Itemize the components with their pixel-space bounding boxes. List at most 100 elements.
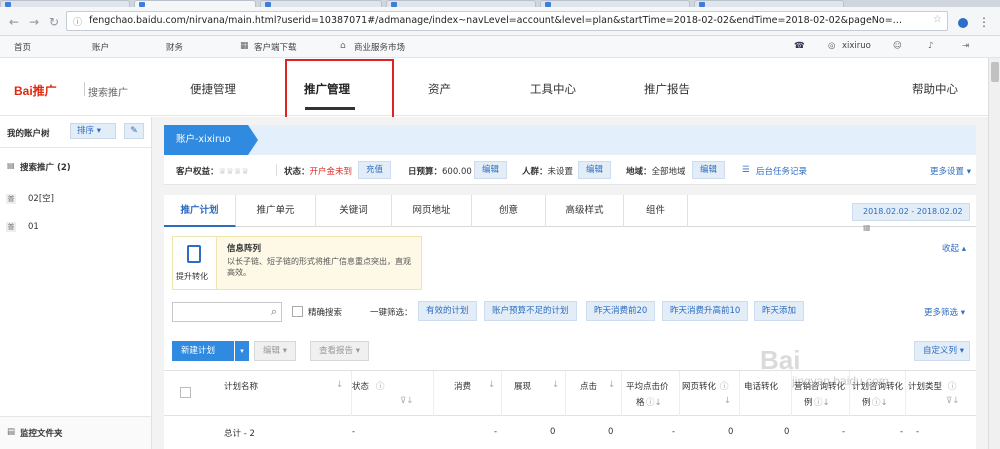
- date-range-picker[interactable]: 2018.02.02 - 2018.02.02 ▦: [852, 203, 970, 232]
- new-plan-button[interactable]: 新建计划: [172, 341, 234, 361]
- edit-budget-button[interactable]: 编辑: [474, 161, 508, 179]
- pin-icon[interactable]: ✎: [124, 123, 144, 139]
- reload-icon[interactable]: ↻: [46, 14, 62, 30]
- conversion-tip-icon[interactable]: 提升转化: [173, 237, 217, 289]
- col-spend[interactable]: 消费 ↓: [434, 371, 502, 417]
- cell-plan-type: -: [916, 427, 920, 437]
- tab-unit[interactable]: 推广单元: [236, 195, 316, 227]
- sidebar-item-plan[interactable]: 普 01: [6, 222, 39, 232]
- top-link-home[interactable]: 首页: [14, 41, 31, 53]
- logo-divider: [84, 82, 85, 96]
- nav-convenient-manage[interactable]: 便捷管理: [190, 81, 236, 97]
- nav-assets[interactable]: 资产: [428, 81, 451, 97]
- exact-search-checkbox[interactable]: [292, 306, 303, 317]
- col-clicks[interactable]: 点击 ↓: [566, 371, 622, 417]
- crowd-text: 人群：未设置: [522, 167, 574, 177]
- caret-down-icon: ▾: [355, 346, 360, 356]
- top-link-service-market[interactable]: 商业服务市场: [354, 41, 405, 53]
- new-plan-dropdown-icon[interactable]: ▾: [235, 341, 249, 361]
- nav-promotion-report[interactable]: 推广报告: [644, 81, 690, 97]
- baidu-logo[interactable]: Bai推广: [14, 82, 57, 99]
- nav-tool-center[interactable]: 工具中心: [530, 81, 576, 97]
- user-name[interactable]: xixiruo: [842, 41, 871, 51]
- quick-filter-label: 一键筛选：: [370, 308, 413, 318]
- browser-tab[interactable]: [694, 0, 844, 7]
- col-web-conversion[interactable]: 网页转化 ⓘ ↓: [680, 371, 740, 417]
- address-bar: ← → ↻ ⓘ fengchao.baidu.com/nirvana/main.…: [0, 7, 1000, 36]
- collapse-link[interactable]: 收起 ▴: [942, 242, 966, 254]
- divider: [276, 164, 277, 176]
- cell-bridge-mobile: -: [842, 427, 846, 437]
- sort-button[interactable]: 排序 ▾: [70, 123, 116, 139]
- filter-top20-spend[interactable]: 昨天消费前20: [586, 301, 656, 321]
- custom-columns-button[interactable]: 自定义列 ▾: [914, 341, 970, 361]
- caret-down-icon: ▾: [960, 308, 965, 318]
- more-filters-link[interactable]: 更多筛选 ▾: [924, 306, 965, 318]
- cell-status: -: [352, 427, 356, 437]
- col-phone-conversion[interactable]: 电话转化: [740, 371, 792, 417]
- caret-down-icon: ▾: [96, 126, 101, 136]
- browser-tab-active[interactable]: [134, 0, 256, 7]
- view-report-button[interactable]: 查看报告 ▾: [310, 341, 369, 361]
- back-icon[interactable]: ←: [6, 14, 22, 30]
- recharge-button[interactable]: 充值: [358, 161, 392, 179]
- url-text: fengchao.baidu.com/nirvana/main.html?use…: [89, 15, 903, 26]
- more-settings-link[interactable]: 更多设置 ▾: [930, 165, 971, 177]
- cell-avg-cpc: -: [672, 427, 676, 437]
- phone-icon[interactable]: ☎: [794, 41, 805, 51]
- watermark-url: jingyan.baidu.com: [792, 374, 889, 388]
- url-field[interactable]: ⓘ fengchao.baidu.com/nirvana/main.html?u…: [66, 11, 948, 31]
- forward-icon[interactable]: →: [26, 14, 42, 30]
- select-all-checkbox[interactable]: [180, 387, 191, 398]
- col-avg-cpc[interactable]: 平均点击价格 ⓘ↓: [622, 371, 680, 417]
- filter-icon: ⊽↓: [400, 396, 414, 406]
- level-tabs: 推广计划 推广单元 关键词 网页地址 创意 高级样式 组件 2018.02.02…: [164, 195, 976, 232]
- scrollbar-thumb[interactable]: [991, 62, 999, 82]
- sidebar-section-search[interactable]: 搜索推广 (2): [20, 161, 71, 173]
- sidebar-item-plan[interactable]: 普 02[空]: [6, 192, 54, 204]
- filter-valid-plans[interactable]: 有效的计划: [418, 301, 477, 321]
- edit-region-button[interactable]: 编辑: [692, 161, 726, 179]
- top-link-finance[interactable]: 财务: [166, 41, 183, 53]
- nav-help-center[interactable]: 帮助中心: [912, 81, 958, 97]
- rights-label: 客户权益：♕♕♕♕: [176, 167, 249, 177]
- star-icon[interactable]: ☆: [933, 14, 942, 25]
- search-icon[interactable]: ⌕: [271, 305, 277, 319]
- filter-added-yesterday[interactable]: 昨天添加: [754, 301, 805, 321]
- vertical-scrollbar[interactable]: [988, 58, 1000, 449]
- tab-component[interactable]: 组件: [624, 195, 688, 227]
- browser-tab[interactable]: [0, 0, 130, 7]
- plan-search-input[interactable]: ⌕: [172, 302, 282, 322]
- sort-icon: ↓: [724, 396, 732, 406]
- edit-button[interactable]: 编辑 ▾: [254, 341, 296, 361]
- tab-plan[interactable]: 推广计划: [164, 195, 236, 227]
- tab-keyword[interactable]: 关键词: [316, 195, 392, 227]
- logout-icon[interactable]: ⇥: [962, 41, 969, 51]
- col-plan-type[interactable]: 计划类型 ⓘ ⊽↓: [906, 371, 976, 417]
- col-status[interactable]: 状态 ⓘ ⊽↓: [352, 371, 434, 417]
- caret-down-icon: ▾: [959, 346, 964, 356]
- tab-creative[interactable]: 创意: [472, 195, 546, 227]
- browser-tab[interactable]: [540, 0, 690, 7]
- account-tag[interactable]: 账户-xixiruo: [164, 125, 258, 155]
- page-info-icon[interactable]: ⓘ: [73, 15, 82, 28]
- extension-icon[interactable]: [958, 18, 968, 28]
- sound-icon[interactable]: ♪: [928, 41, 933, 51]
- filter-budget-short[interactable]: 账户预算不足的计划: [484, 301, 577, 321]
- cell-phone-conversion: 0: [784, 427, 790, 437]
- caret-down-icon: ▾: [282, 346, 287, 356]
- tab-advanced-style[interactable]: 高级样式: [546, 195, 624, 227]
- smile-icon[interactable]: ☺: [893, 41, 902, 51]
- col-plan-name[interactable]: 计划名称 ↓: [224, 371, 352, 417]
- monitor-folder[interactable]: ▤ 监控文件夹: [0, 416, 151, 449]
- top-link-account[interactable]: 账户: [92, 41, 109, 53]
- edit-crowd-button[interactable]: 编辑: [578, 161, 612, 179]
- filter-spend-rise[interactable]: 昨天消费升高前10: [662, 301, 749, 321]
- background-tasks-link[interactable]: 后台任务记录: [756, 165, 807, 177]
- browser-tab[interactable]: [386, 0, 536, 7]
- menu-icon[interactable]: ⋮: [978, 15, 990, 29]
- browser-tab[interactable]: [260, 0, 382, 7]
- tab-url[interactable]: 网页地址: [392, 195, 472, 227]
- top-link-client-download[interactable]: 客户端下载: [254, 41, 297, 53]
- col-impressions[interactable]: 展现 ↓: [502, 371, 566, 417]
